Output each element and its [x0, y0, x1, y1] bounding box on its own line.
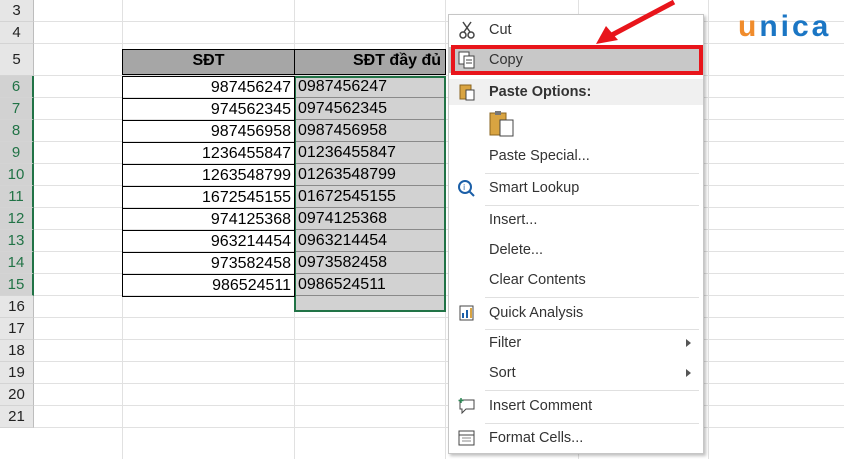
- context-menu: Cut Copy Paste Options: Paste Special...…: [448, 14, 704, 454]
- row-header[interactable]: 18: [0, 340, 34, 362]
- cell-sdt[interactable]: 986524511: [122, 274, 295, 297]
- cell-sdt-full[interactable]: 01672545155: [296, 186, 444, 208]
- menu-item-quick-analysis[interactable]: Quick Analysis: [449, 300, 703, 326]
- gridline: [34, 317, 844, 318]
- header-sdt[interactable]: SĐT: [122, 49, 295, 75]
- cell-sdt[interactable]: 974562345: [122, 98, 295, 121]
- cell-sdt[interactable]: 1672545155: [122, 186, 295, 209]
- row-header[interactable]: 20: [0, 384, 34, 406]
- header-sdt-full[interactable]: SĐT đầy đủ: [294, 49, 446, 75]
- menu-label-smart-lookup: Smart Lookup: [489, 180, 580, 196]
- row-header[interactable]: 14: [0, 252, 34, 274]
- cell-sdt-full[interactable]: 0987456247: [296, 76, 444, 98]
- menu-item-format-cells[interactable]: Format Cells...: [449, 425, 703, 451]
- comment-icon: [458, 398, 475, 415]
- gridline: [34, 361, 844, 362]
- menu-label-format-cells: Format Cells...: [489, 430, 584, 446]
- menu-label-insert: Insert...: [489, 212, 538, 228]
- menu-separator: [485, 173, 699, 174]
- row-header[interactable]: 4: [0, 22, 34, 44]
- cell-sdt[interactable]: 963214454: [122, 230, 295, 253]
- gridline: [34, 43, 844, 44]
- paste-clipboard-icon[interactable]: [487, 109, 517, 139]
- menu-item-clear-contents[interactable]: Clear Contents: [449, 267, 703, 293]
- cell-sdt-full[interactable]: 0986524511: [296, 274, 444, 296]
- cell-sdt-full[interactable]: 01263548799: [296, 164, 444, 186]
- menu-label-filter: Filter: [489, 335, 522, 351]
- row-header[interactable]: 17: [0, 318, 34, 340]
- cell-sdt-full[interactable]: 0987456958: [296, 120, 444, 142]
- menu-label-quick-analysis: Quick Analysis: [489, 305, 584, 321]
- unica-logo: unica: [738, 10, 832, 43]
- menu-separator: [485, 390, 699, 391]
- cell-sdt[interactable]: 973582458: [122, 252, 295, 275]
- menu-label-insert-comment: Insert Comment: [489, 398, 593, 414]
- gridline: [34, 339, 844, 340]
- cell-sdt-full[interactable]: 0974125368: [296, 208, 444, 230]
- gridline: [34, 21, 844, 22]
- row-header[interactable]: 15: [0, 274, 34, 296]
- cell-sdt[interactable]: 987456958: [122, 120, 295, 143]
- menu-label-delete: Delete...: [489, 242, 543, 258]
- submenu-arrow-icon: [686, 369, 691, 377]
- row-header[interactable]: 7: [0, 98, 34, 120]
- row-header[interactable]: 21: [0, 406, 34, 428]
- clipboard-icon: [459, 84, 475, 101]
- menu-label-paste-special: Paste Special...: [489, 148, 590, 164]
- menu-item-sort[interactable]: Sort: [449, 360, 703, 386]
- menu-item-paste-special[interactable]: Paste Special...: [449, 143, 703, 169]
- quick-analysis-icon: [459, 305, 474, 321]
- row-header[interactable]: 6: [0, 76, 34, 98]
- menu-label-sort: Sort: [489, 365, 516, 381]
- svg-text:i: i: [463, 183, 465, 192]
- spreadsheet[interactable]: 3 4 5 6 7 8 9 10 11 12 13 14 15 16 17 18 19 20 21 SĐT SĐT …: [0, 0, 844, 459]
- menu-separator: [485, 423, 699, 424]
- menu-item-smart-lookup[interactable]: i Smart Lookup: [449, 175, 703, 201]
- menu-label-cut: Cut: [489, 22, 512, 38]
- row-header[interactable]: 12: [0, 208, 34, 230]
- menu-separator: [485, 205, 699, 206]
- menu-item-filter[interactable]: Filter: [449, 330, 703, 356]
- cell-sdt-full[interactable]: 0963214454: [296, 230, 444, 252]
- smart-lookup-icon: i: [458, 180, 475, 197]
- menu-label-clear-contents: Clear Contents: [489, 272, 586, 288]
- cell-sdt[interactable]: 1263548799: [122, 164, 295, 187]
- menu-separator: [485, 297, 699, 298]
- menu-item-insert[interactable]: Insert...: [449, 207, 703, 233]
- cell-sdt-full[interactable]: 01236455847: [296, 142, 444, 164]
- row-header[interactable]: 3: [0, 0, 34, 22]
- cell-sdt-full[interactable]: 0974562345: [296, 98, 444, 120]
- row-header[interactable]: 10: [0, 164, 34, 186]
- gridline: [34, 405, 844, 406]
- menu-item-delete[interactable]: Delete...: [449, 237, 703, 263]
- row-header[interactable]: 5: [0, 44, 34, 76]
- row-header[interactable]: 13: [0, 230, 34, 252]
- row-header[interactable]: 9: [0, 142, 34, 164]
- pointer-arrow: [596, 0, 676, 44]
- format-cells-icon: [458, 430, 475, 446]
- menu-label-paste-options: Paste Options:: [489, 84, 592, 100]
- cell-sdt[interactable]: 987456247: [122, 76, 295, 99]
- paste-options-header: Paste Options:: [449, 79, 703, 105]
- gridline: [34, 427, 844, 428]
- scissors-icon: [459, 21, 475, 39]
- cell-sdt[interactable]: 1236455847: [122, 142, 295, 165]
- gridline: [34, 383, 844, 384]
- row-header[interactable]: 16: [0, 296, 34, 318]
- cell-sdt[interactable]: 974125368: [122, 208, 295, 231]
- row-header[interactable]: 19: [0, 362, 34, 384]
- submenu-arrow-icon: [686, 339, 691, 347]
- row-header[interactable]: 11: [0, 186, 34, 208]
- cell-sdt-full[interactable]: 0973582458: [296, 252, 444, 274]
- row-header[interactable]: 8: [0, 120, 34, 142]
- menu-item-insert-comment[interactable]: Insert Comment: [449, 393, 703, 419]
